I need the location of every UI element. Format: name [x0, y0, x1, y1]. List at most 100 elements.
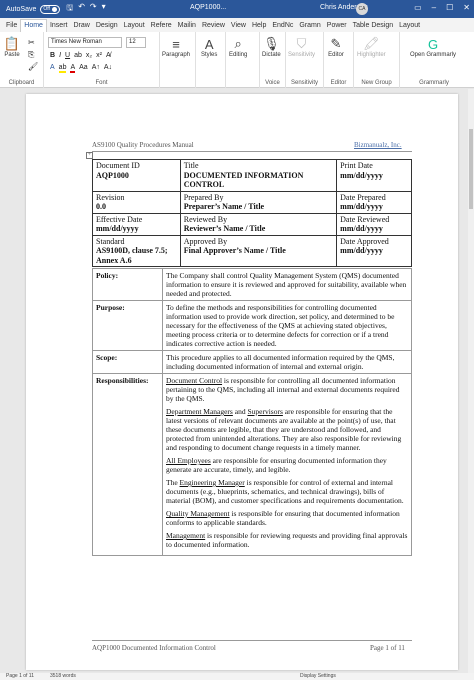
status-bar: Page 1 of 11 3518 words Display Settings: [0, 673, 474, 680]
grow-font-icon[interactable]: A↑: [92, 64, 100, 73]
shrink-font-icon[interactable]: A↓: [104, 64, 112, 73]
tab-insert[interactable]: Insert: [47, 20, 71, 32]
editor-group: ✎ Editor Editor: [324, 32, 354, 88]
table-cell[interactable]: Title DOCUMENTED INFORMATION CONTROL: [179, 159, 338, 192]
superscript-icon[interactable]: x²: [96, 52, 102, 59]
editor-button[interactable]: ✎ Editor: [328, 36, 344, 58]
highlighter-icon: 🖍: [363, 36, 380, 51]
tab-review[interactable]: Review: [199, 20, 228, 32]
scrollbar-thumb[interactable]: [469, 129, 473, 209]
tab-table-layout[interactable]: Layout: [396, 20, 423, 32]
document-page[interactable]: AS9100 Quality Procedures Manual Bizmanu…: [26, 94, 458, 670]
table-cell[interactable]: Date Approved mm/dd/yyyy: [336, 234, 412, 267]
italic-icon[interactable]: I: [59, 52, 61, 59]
table-cell[interactable]: Approved By Final Approver’s Name / Title: [179, 234, 338, 267]
save-icon[interactable]: 🖫: [66, 2, 73, 16]
tab-mailings[interactable]: Mailin: [175, 20, 199, 32]
vertical-scrollbar[interactable]: [468, 89, 474, 673]
open-grammarly-button[interactable]: G Open Grammarly: [410, 36, 456, 59]
table-cell[interactable]: Prepared By Preparer’s Name / Title: [179, 190, 338, 214]
editor-label: Editor: [330, 80, 347, 86]
undo-icon[interactable]: ↶: [78, 2, 85, 16]
table-cell[interactable]: Revision 0.0: [92, 190, 181, 214]
new-group-label: New Group: [361, 80, 392, 86]
title-bar: AutoSave Off 🖫 ↶ ↷ ▾ AQP1000... Chris An…: [0, 0, 474, 18]
page-count[interactable]: Page 1 of 11: [6, 673, 34, 680]
table-move-handle-icon[interactable]: +: [86, 152, 93, 159]
tab-help[interactable]: Help: [249, 20, 269, 32]
copy-icon[interactable]: ⎘: [28, 50, 34, 60]
ribbon-options-icon[interactable]: ▭: [414, 3, 422, 12]
cut-icon[interactable]: ✂: [28, 38, 35, 47]
document-title[interactable]: AQP1000...: [190, 4, 226, 11]
font-size-select[interactable]: 12: [126, 37, 146, 48]
tab-endnote[interactable]: EndNc: [269, 20, 296, 32]
maximize-icon[interactable]: ☐: [446, 3, 453, 12]
clear-format-icon[interactable]: A̸: [106, 52, 111, 59]
tab-view[interactable]: View: [228, 20, 249, 32]
bold-icon[interactable]: B: [50, 52, 55, 59]
customize-icon[interactable]: ▾: [102, 2, 106, 16]
tab-layout[interactable]: Layout: [121, 20, 148, 32]
tab-references[interactable]: Refere: [148, 20, 175, 32]
highlight-icon[interactable]: ab: [58, 64, 67, 73]
table-cell[interactable]: Date Prepared mm/dd/yyyy: [336, 190, 412, 214]
redo-icon[interactable]: ↷: [90, 2, 97, 16]
word-count[interactable]: 3518 words: [50, 673, 76, 680]
footer-divider: [92, 640, 412, 641]
scope-text[interactable]: This procedure applies to all documented…: [162, 350, 412, 374]
underline-icon[interactable]: U: [65, 52, 70, 59]
editing-button[interactable]: ⌕ Editing: [229, 36, 247, 58]
procedure-table: Policy: The Company shall control Qualit…: [92, 268, 412, 556]
responsibility-paragraph: Management is responsible for reviewing …: [166, 531, 408, 549]
sensitivity-button[interactable]: ⛉ Sensitivity: [288, 36, 315, 58]
window-controls: ▭ – ☐ ✕: [414, 3, 470, 12]
highlighter-button[interactable]: 🖍 Highlighter: [357, 36, 386, 58]
sensitivity-group: ⛉ Sensitivity Sensitivity: [286, 32, 324, 88]
tab-grammarly[interactable]: Gramn: [296, 20, 323, 32]
font-format-row: B I U ab x₂ x² A̸: [50, 52, 111, 59]
strikethrough-icon[interactable]: ab: [74, 52, 82, 59]
header-divider: [92, 151, 412, 152]
tab-file[interactable]: File: [3, 20, 20, 32]
purpose-text[interactable]: To define the methods and responsibiliti…: [162, 300, 412, 351]
close-icon[interactable]: ✕: [463, 3, 470, 12]
tab-design[interactable]: Design: [93, 20, 121, 32]
paste-button[interactable]: 📋 Paste: [4, 36, 20, 58]
grammarly-group: G Open Grammarly Grammarly: [400, 32, 468, 88]
responsibility-paragraph: Quality Management is responsible for en…: [166, 509, 400, 527]
paragraph-button[interactable]: ≡ Paragraph: [162, 36, 190, 59]
display-settings[interactable]: Display Settings: [300, 673, 336, 680]
table-cell[interactable]: Document ID AQP1000: [92, 159, 181, 192]
table-cell[interactable]: Reviewed By Reviewer’s Name / Title: [179, 212, 338, 236]
tab-home[interactable]: Home: [20, 19, 47, 32]
font-name-select[interactable]: Times New Roman: [48, 37, 122, 48]
table-row: Responsibilities: Document Control is re…: [92, 373, 412, 556]
table-cell[interactable]: Standard AS9100D, clause 7.5; Annex A.6: [92, 234, 181, 267]
tab-power[interactable]: Power: [324, 20, 350, 32]
autosave-toggle[interactable]: Off: [40, 4, 61, 14]
footer-right: Page 1 of 11: [370, 644, 405, 652]
minimize-icon[interactable]: –: [432, 3, 436, 12]
table-cell[interactable]: Effective Date mm/dd/yyyy: [92, 212, 181, 236]
header-left: AS9100 Quality Procedures Manual: [92, 141, 194, 149]
quick-access-toolbar: 🖫 ↶ ↷ ▾: [66, 2, 105, 16]
document-control-table: Document ID AQP1000 Title DOCUMENTED INFOR…: [92, 159, 412, 267]
table-cell[interactable]: Date Reviewed mm/dd/yyyy: [336, 212, 412, 236]
format-painter-icon[interactable]: 🖌: [28, 62, 38, 71]
clipboard-label: Clipboard: [8, 80, 35, 86]
responsibilities-text[interactable]: Document Control is responsible for cont…: [162, 373, 412, 556]
font-color-icon[interactable]: A: [70, 64, 76, 73]
table-row: Revision 0.0 Prepared By Preparer’s Name /…: [92, 190, 412, 214]
text-effects-icon[interactable]: A: [50, 64, 55, 73]
dictate-button[interactable]: 🎙 Dictate: [262, 36, 281, 58]
change-case-icon[interactable]: Aa: [79, 64, 88, 73]
table-cell[interactable]: Print Date mm/dd/yyyy: [336, 159, 412, 192]
tab-draw[interactable]: Draw: [70, 20, 92, 32]
avatar[interactable]: CA: [356, 3, 368, 15]
header-right[interactable]: Bizmanualz, Inc.: [354, 141, 402, 149]
styles-button[interactable]: A Styles: [201, 36, 217, 59]
policy-text[interactable]: The Company shall control Quality Manage…: [162, 268, 412, 301]
subscript-icon[interactable]: x₂: [86, 52, 92, 59]
tab-table-design[interactable]: Table Design: [350, 20, 396, 32]
